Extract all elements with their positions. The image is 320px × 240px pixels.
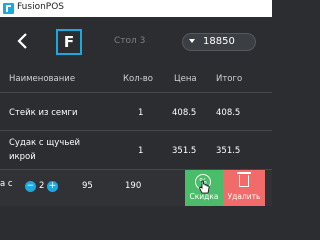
check-amount: 18850 bbox=[203, 36, 235, 47]
back-button[interactable] bbox=[16, 31, 32, 51]
item-qty: 2 bbox=[39, 181, 45, 191]
fusionpos-app-icon bbox=[3, 3, 14, 14]
trash-icon bbox=[237, 172, 251, 187]
delete-label: Удалить bbox=[227, 192, 261, 201]
item-price: 408.5 bbox=[172, 108, 197, 118]
item-total: 190 bbox=[125, 181, 142, 191]
item-price: 351.5 bbox=[172, 146, 197, 156]
window-titlebar: FusionPOS bbox=[0, 0, 272, 17]
check-amount-dropdown[interactable]: 18850 bbox=[182, 33, 256, 51]
chevron-down-icon bbox=[189, 39, 195, 43]
column-header-name: Наименование bbox=[9, 74, 76, 84]
fusion-logo: F bbox=[56, 29, 82, 55]
top-bar: F Стол 3 18850 bbox=[0, 17, 272, 67]
item-name-fragment: а с bbox=[0, 179, 13, 189]
chevron-left-icon bbox=[17, 33, 27, 49]
item-total: 351.5 bbox=[216, 146, 241, 156]
column-header-price: Цена bbox=[174, 74, 197, 84]
order-row[interactable]: Стейк из семги 1 408.5 408.5 bbox=[0, 93, 272, 131]
bottom-area bbox=[0, 206, 272, 226]
decrease-qty-button[interactable]: − bbox=[25, 181, 36, 192]
table-label: Стол 3 bbox=[114, 36, 146, 46]
order-row[interactable]: Судак с щучьей икрой 1 351.5 351.5 bbox=[0, 131, 272, 170]
hand-cursor-icon bbox=[198, 180, 210, 194]
delete-button[interactable]: Удалить bbox=[223, 170, 265, 206]
item-total: 408.5 bbox=[216, 108, 241, 118]
item-qty: 1 bbox=[138, 108, 144, 118]
column-header-qty: Кол-во bbox=[123, 74, 153, 84]
item-name: Стейк из семги bbox=[9, 108, 78, 118]
logo-letter: F bbox=[63, 33, 75, 51]
item-price: 95 bbox=[82, 181, 93, 191]
column-header-total: Итого bbox=[216, 74, 243, 84]
window-title: FusionPOS bbox=[17, 2, 65, 12]
item-name-line1: Судак с щучьей bbox=[9, 138, 81, 148]
increase-qty-button[interactable]: + bbox=[47, 181, 58, 192]
item-qty: 1 bbox=[138, 146, 144, 156]
order-table-header: Наименование Кол-во Цена Итого bbox=[0, 67, 272, 93]
item-name-line2: икрой bbox=[9, 152, 36, 162]
